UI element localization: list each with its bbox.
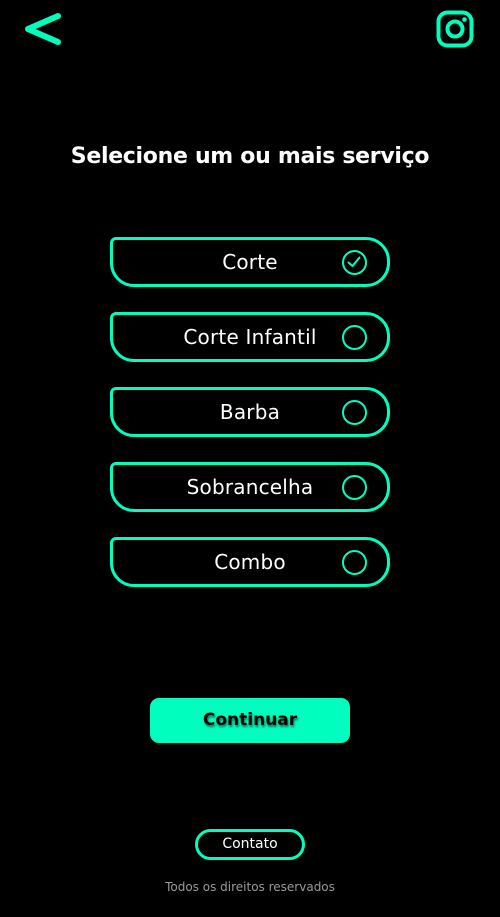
contact-button[interactable]: Contato xyxy=(195,829,305,860)
radio-checked[interactable] xyxy=(342,250,367,275)
instagram-icon xyxy=(436,10,474,48)
instagram-button[interactable] xyxy=(436,10,474,48)
service-option-sobrancelha[interactable]: Sobrancelha xyxy=(110,462,390,512)
service-option-combo[interactable]: Combo xyxy=(110,537,390,587)
radio-unchecked[interactable] xyxy=(342,325,367,350)
radio-unchecked[interactable] xyxy=(342,400,367,425)
radio-unchecked[interactable] xyxy=(342,475,367,500)
service-option-barba[interactable]: Barba xyxy=(110,387,390,437)
service-option-corte-infantil[interactable]: Corte Infantil xyxy=(110,312,390,362)
footer-copyright: Todos os direitos reservados xyxy=(165,880,335,894)
continue-button[interactable]: Continuar xyxy=(150,698,350,743)
page-title: Selecione um ou mais serviço xyxy=(70,144,430,169)
radio-unchecked[interactable] xyxy=(342,550,367,575)
service-list: Corte Corte Infantil Barba Sobrancelha C… xyxy=(110,237,390,612)
service-option-corte[interactable]: Corte xyxy=(110,237,390,287)
back-button[interactable] xyxy=(22,10,64,50)
chevron-left-icon xyxy=(25,13,61,45)
check-icon xyxy=(347,256,361,267)
